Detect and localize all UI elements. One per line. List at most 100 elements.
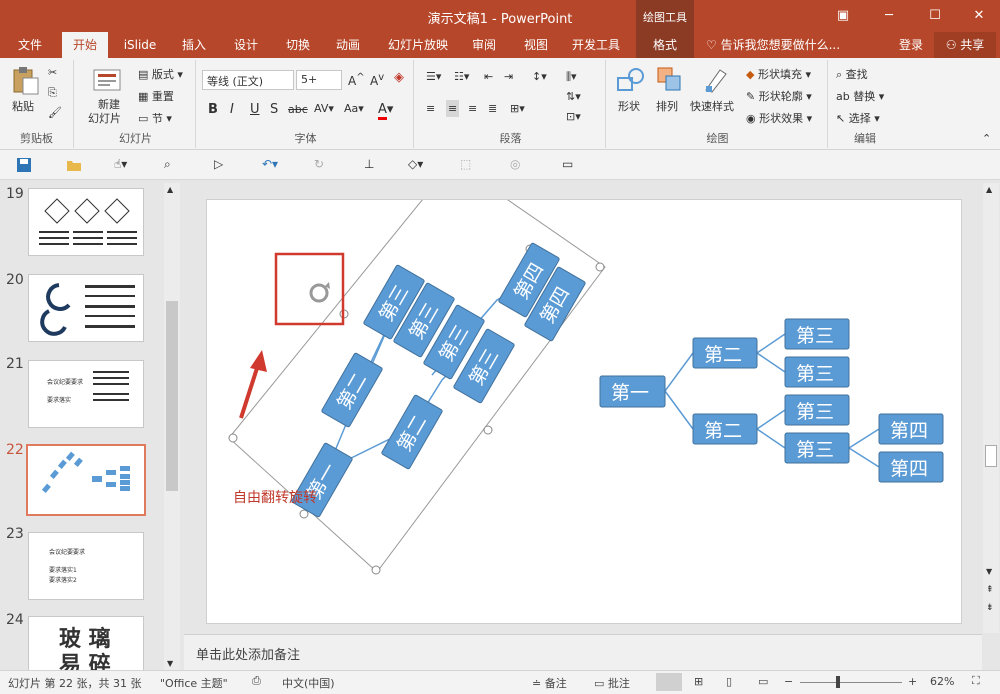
language[interactable]: 中文(中国)	[282, 675, 335, 691]
increase-indent-icon[interactable]: ⇥	[504, 70, 513, 83]
merge-shapes-icon[interactable]: ◎	[510, 157, 526, 173]
thumbnail-21[interactable]: 会议纪要要求 要求落实	[28, 360, 144, 428]
shape-outline-button[interactable]: ✎ 形状轮廓 ▾	[746, 88, 812, 104]
zoom-slider[interactable]	[800, 682, 902, 683]
shapes-label[interactable]: 形状	[618, 98, 640, 114]
group-objects-icon[interactable]: ⬚	[460, 157, 476, 173]
reset-button[interactable]: ▦ 重置	[138, 88, 174, 104]
shape-fill-button[interactable]: ◆ 形状填充 ▾	[746, 66, 811, 82]
shape-picker-icon[interactable]: ◇▾	[408, 157, 438, 173]
grow-font-icon[interactable]: A^	[348, 72, 365, 88]
minimize-button[interactable]: ─	[866, 0, 912, 32]
spellcheck-icon[interactable]: ⎙	[252, 674, 261, 688]
thumbnail-23[interactable]: 会议纪要要求 要求落实1 要求落实2	[28, 532, 144, 600]
copy-icon[interactable]: ⎘	[48, 86, 57, 100]
touch-mode-icon[interactable]: ☝▾	[114, 157, 140, 173]
replace-button[interactable]: ab 替换 ▾	[836, 88, 884, 104]
underline-icon[interactable]: U	[250, 102, 260, 117]
slide-sorter-icon[interactable]: ⊞	[694, 675, 703, 688]
paste-icon[interactable]	[10, 66, 40, 96]
maximize-button[interactable]: ☐	[912, 0, 958, 32]
line-spacing-icon[interactable]: ↕▾	[532, 70, 547, 83]
save-icon[interactable]	[16, 157, 32, 173]
close-button[interactable]: ✕	[956, 0, 1000, 32]
shape-effects-button[interactable]: ◉ 形状效果 ▾	[746, 110, 812, 126]
find-button[interactable]: ⌕ 查找	[836, 66, 868, 82]
thumbnail-19[interactable]	[28, 188, 144, 256]
open-folder-icon[interactable]	[66, 157, 82, 173]
decrease-indent-icon[interactable]: ⇤	[484, 70, 493, 83]
redo-icon[interactable]: ↻	[314, 157, 330, 173]
tab-review[interactable]: 审阅	[462, 32, 506, 58]
fit-slide-icon[interactable]: ⛶	[972, 674, 980, 688]
strikethrough-icon[interactable]: abc	[288, 103, 308, 116]
thumbnail-20[interactable]	[28, 274, 144, 342]
notes-button[interactable]: ≐ 备注	[532, 675, 567, 691]
textbox-icon[interactable]: ▭	[562, 157, 578, 173]
comments-button[interactable]: ▭ 批注	[594, 675, 630, 691]
scroll-down-icon[interactable]: ▼	[986, 567, 992, 576]
login-link[interactable]: 登录	[894, 32, 928, 58]
zoom-level[interactable]: 62%	[930, 675, 954, 688]
ribbon-display-button[interactable]: ▣	[820, 0, 866, 32]
tab-islide[interactable]: iSlide	[118, 32, 162, 58]
font-color-icon[interactable]: A▾	[378, 102, 393, 120]
align-left-icon[interactable]: ≡	[426, 102, 435, 115]
scroll-up-icon[interactable]: ▲	[986, 185, 992, 194]
tab-slideshow[interactable]: 幻灯片放映	[380, 32, 456, 58]
tab-file[interactable]: 文件	[8, 32, 52, 58]
rotate-handle-icon[interactable]	[309, 282, 330, 303]
thumbnail-scrollbar[interactable]: ▲ ▼	[164, 183, 180, 670]
clear-format-icon[interactable]: ◈	[394, 70, 404, 85]
previous-slide-icon[interactable]: ⇞	[986, 585, 994, 595]
slide-canvas[interactable]: 第一 第二 第二 第三 第三 第三 第三 第四 第四 自由翻转旋转 第一 第二 …	[206, 161, 962, 624]
tab-format[interactable]: 格式	[640, 32, 690, 58]
font-name-combo[interactable]: 等线 (正文)	[202, 70, 294, 90]
scroll-up-icon[interactable]: ▲	[167, 185, 173, 194]
tab-design[interactable]: 设计	[224, 32, 268, 58]
collapse-ribbon-icon[interactable]: ⌃	[982, 132, 991, 145]
numbering-icon[interactable]: ☷▾	[454, 70, 469, 83]
undo-icon[interactable]: ↶▾	[262, 157, 290, 173]
new-slide-icon[interactable]	[92, 66, 122, 94]
bold-icon[interactable]: B	[208, 102, 218, 117]
section-button[interactable]: ▭ 节 ▾	[138, 110, 172, 126]
columns-icon[interactable]: ⫼▾	[566, 70, 577, 84]
slideshow-icon[interactable]: ▭	[758, 675, 768, 688]
tab-animations[interactable]: 动画	[326, 32, 370, 58]
font-size-combo[interactable]: 5+	[296, 70, 342, 90]
cut-icon[interactable]: ✂	[48, 66, 57, 79]
zoom-out-icon[interactable]: −	[784, 675, 793, 688]
zoom-in-icon[interactable]: +	[908, 675, 917, 688]
smartart-icon[interactable]: ⊡▾	[566, 110, 581, 123]
next-slide-icon[interactable]: ⇟	[986, 603, 994, 613]
thumbnail-22-selected[interactable]	[26, 444, 146, 516]
tab-home[interactable]: 开始	[62, 32, 108, 58]
justify-icon[interactable]: ≣	[488, 102, 497, 115]
thumbnail-24[interactable]: 玻 璃 易 碎	[28, 616, 144, 676]
distribute-icon[interactable]: ⊞▾	[510, 102, 525, 115]
align-right-icon[interactable]: ≡	[468, 102, 477, 115]
quick-styles-label[interactable]: 快速样式	[690, 98, 734, 114]
layout-button[interactable]: ▤ 版式 ▾	[138, 66, 183, 82]
shrink-font-icon[interactable]: Av	[370, 72, 384, 88]
shadow-icon[interactable]: S	[270, 102, 278, 117]
arrange-label[interactable]: 排列	[656, 98, 678, 114]
quick-styles-icon[interactable]	[702, 66, 730, 94]
char-spacing-icon[interactable]: AV▾	[314, 102, 334, 115]
reading-view-icon[interactable]: ▯	[726, 675, 732, 688]
slide-scrollbar[interactable]: ▲ ▼ ⇞ ⇟	[983, 183, 999, 633]
rotated-tree[interactable]: 第一 第二 第二 第三 第三 第三 第三 第四 第四	[291, 242, 586, 518]
bullets-icon[interactable]: ☰▾	[426, 70, 441, 83]
arrange-icon[interactable]	[656, 66, 684, 94]
scroll-thumb[interactable]	[985, 445, 997, 467]
format-painter-icon[interactable]: 🖌	[48, 106, 62, 119]
scroll-down-icon[interactable]: ▼	[167, 659, 173, 668]
normal-view-icon[interactable]	[656, 673, 682, 691]
paste-label[interactable]: 粘贴	[12, 98, 34, 114]
print-preview-icon[interactable]: ⌕	[164, 157, 180, 173]
align-icon[interactable]: ⊥	[364, 157, 380, 173]
tell-me-box[interactable]: ♡ 告诉我您想要做什么...	[706, 32, 856, 58]
notes-pane[interactable]: 单击此处添加备注	[184, 634, 982, 670]
share-button[interactable]: ⚇ 共享	[934, 32, 996, 58]
